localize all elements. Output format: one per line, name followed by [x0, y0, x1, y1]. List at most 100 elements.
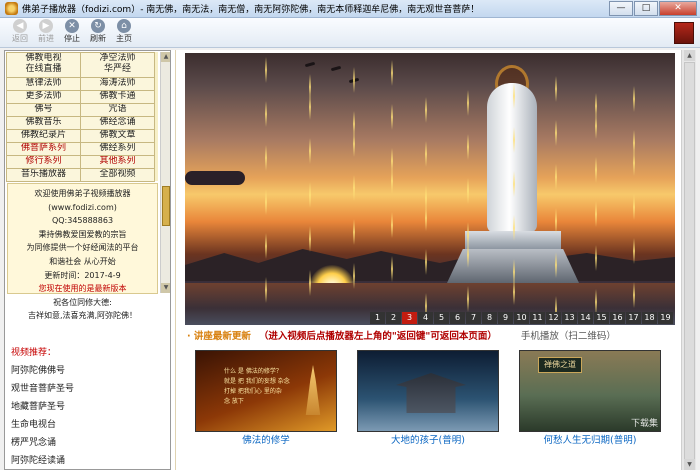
light-streak [353, 219, 355, 245]
info-line: 和谐社会 从心开始 [49, 256, 116, 266]
thumb-text-line: 打掉 把我们心 里的杂 [224, 388, 282, 395]
nav-item[interactable]: 全部视频 [80, 168, 155, 182]
video-list-item[interactable]: 观世音菩萨圣号 [11, 380, 161, 398]
scroll-up-icon[interactable]: ▲ [161, 52, 170, 62]
info-line: 为同修提供一个好经闻法的平台 [26, 243, 139, 253]
nav-item[interactable]: 更多法师 [6, 90, 81, 104]
nav-item[interactable]: 其他系列 [80, 155, 155, 169]
banner-page-button[interactable]: 7 [466, 312, 481, 324]
banner-page-button[interactable]: 11 [530, 312, 545, 324]
light-streak [513, 259, 515, 285]
nav-item[interactable]: 佛经系列 [80, 142, 155, 156]
scroll-thumb[interactable] [684, 62, 695, 462]
banner-page-button[interactable]: 3 [402, 312, 417, 324]
banner-page-button[interactable]: 13 [562, 312, 577, 324]
mobile-play-link[interactable]: 手机播放（扫二维码） [521, 331, 616, 342]
banner-page-button[interactable]: 18 [642, 312, 657, 324]
thumb-text-line: 念 放下 [224, 398, 244, 405]
banner-page-button[interactable]: 17 [626, 312, 641, 324]
nav-item[interactable]: 慧律法师 [6, 77, 81, 91]
video-thumb-caption[interactable]: 佛法的修学 [195, 434, 337, 448]
banner-page-button[interactable]: 15 [594, 312, 609, 324]
banner-page-button[interactable]: 12 [546, 312, 561, 324]
light-streak [467, 178, 469, 204]
video-list-item[interactable]: 楞严咒念诵 [11, 434, 161, 452]
nav-item[interactable]: 佛号 [6, 103, 81, 117]
banner-page-button[interactable]: 2 [386, 312, 401, 324]
light-streak [353, 263, 355, 289]
nav-item-buddhist-tv[interactable]: 佛教电视 在线直播 [6, 52, 81, 78]
nav-item[interactable]: 佛教音乐 [6, 116, 81, 130]
video-thumb-image[interactable] [357, 350, 499, 432]
video-list-item[interactable]: 地藏菩萨圣号 [11, 398, 161, 416]
video-thumb-caption[interactable]: 大地的孩子(普明) [357, 434, 499, 448]
banner-page-button[interactable]: 1 [370, 312, 385, 324]
main-scrollbar[interactable]: ▲ ▼ [681, 50, 696, 470]
scroll-up-icon[interactable]: ▲ [684, 50, 695, 61]
notice-highlight: （进入视频后点播放器左上角的"返回键"可返回本页面） [258, 331, 497, 342]
forward-button[interactable]: ▶ 前进 [34, 19, 58, 44]
nav-item[interactable]: 咒语 [80, 103, 155, 117]
stop-label: 停止 [64, 34, 80, 43]
banner-page-button[interactable]: 9 [498, 312, 513, 324]
banner-page-button[interactable]: 6 [450, 312, 465, 324]
maximize-button[interactable]: □ [634, 1, 658, 16]
video-list-item[interactable]: 生命电视台 [11, 416, 161, 434]
video-thumb[interactable]: 大地的孩子(普明) [357, 350, 499, 448]
lecture-notice: · 讲座最新更新 （进入视频后点播放器左上角的"返回键"可返回本页面） 手机播放（扫… [187, 329, 677, 345]
notice-prefix[interactable]: · 讲座最新更新 [187, 331, 251, 342]
nav-row: 修行系列 其他系列 [6, 155, 158, 169]
nav-item[interactable]: 佛教文章 [80, 129, 155, 143]
nav-item[interactable]: 音乐播放器 [6, 168, 81, 182]
banner-page-button[interactable]: 19 [658, 312, 673, 324]
light-streak [265, 145, 267, 171]
nav-item[interactable]: 海涛法师 [80, 77, 155, 91]
nav-item[interactable]: 佛教卡通 [80, 90, 155, 104]
nav-row: 佛教音乐 佛经念诵 [6, 116, 158, 130]
nav-grid: 佛教电视 在线直播 净空法师 华严经 慧律法师 海涛法师 更多法师 佛教卡通 佛… [6, 52, 158, 182]
banner-page-button[interactable]: 5 [434, 312, 449, 324]
banner-page-button[interactable]: 16 [610, 312, 625, 324]
light-streak [425, 185, 427, 211]
toolbar: ◀ 返回 ▶ 前进 ✕ 停止 ↻ 刷新 ⌂ 主页 [0, 18, 700, 48]
light-streak [595, 245, 597, 271]
stop-button[interactable]: ✕ 停止 [60, 19, 84, 44]
main-content: 1 2 3 4 5 6 7 8 9 10 11 12 13 14 15 16 17 18 19 · 讲座最新更新 （进… [181, 50, 681, 470]
video-thumb-image[interactable]: 什么 是 佛法的修学？ 就是 把 我们的妄想 杂念 打掉 把我们心 里的杂 念 … [195, 350, 337, 432]
video-thumb-caption[interactable]: 何愁人生无归期(普明) [519, 434, 661, 448]
temple [396, 373, 466, 413]
minimize-button[interactable]: — [609, 1, 633, 16]
nav-item[interactable]: 佛经念诵 [80, 116, 155, 130]
scroll-down-icon[interactable]: ▼ [161, 283, 170, 293]
video-list-item[interactable]: 阿弥陀经读诵 [11, 452, 161, 469]
video-thumb[interactable]: 什么 是 佛法的修学？ 就是 把 我们的妄想 杂念 打掉 把我们心 里的杂 念 … [195, 350, 337, 448]
scroll-thumb[interactable] [162, 186, 170, 226]
close-button[interactable]: ✕ [659, 1, 697, 16]
scroll-down-icon[interactable]: ▼ [684, 459, 695, 470]
banner-slideshow[interactable]: 1 2 3 4 5 6 7 8 9 10 11 12 13 14 15 16 17 18 19 [185, 53, 675, 325]
nav-row: 佛号 咒语 [6, 103, 158, 117]
refresh-button[interactable]: ↻ 刷新 [86, 19, 110, 44]
light-streak [595, 157, 597, 183]
light-streak [309, 74, 311, 100]
banner-page-button[interactable]: 10 [514, 312, 529, 324]
banner-pager: 1 2 3 4 5 6 7 8 9 10 11 12 13 14 15 16 17 18 19 [369, 312, 673, 324]
nav-item[interactable]: 修行系列 [6, 155, 81, 169]
nav-item[interactable]: 佛菩萨系列 [6, 142, 81, 156]
video-list-item[interactable]: 阿弥陀佛佛号 [11, 362, 161, 380]
light-streak [595, 201, 597, 227]
sidebar-scrollbar[interactable]: ▲ ▼ [160, 52, 170, 293]
back-button[interactable]: ◀ 返回 [8, 19, 32, 44]
nav-item[interactable]: 佛教纪录片 [6, 129, 81, 143]
banner-page-button[interactable]: 4 [418, 312, 433, 324]
light-streak [555, 76, 557, 102]
nav-row: 更多法师 佛教卡通 [6, 90, 158, 104]
banner-page-button[interactable]: 14 [578, 312, 593, 324]
banner-page-button[interactable]: 8 [482, 312, 497, 324]
video-thumb-image[interactable]: 禅佛之道 下载集 [519, 350, 661, 432]
nav-row: 佛教纪录片 佛教文章 [6, 129, 158, 143]
video-thumb[interactable]: 禅佛之道 下载集 何愁人生无归期(普明) [519, 350, 661, 448]
home-button[interactable]: ⌂ 主页 [112, 19, 136, 44]
nav-item-jingkong[interactable]: 净空法师 华严经 [80, 52, 155, 78]
light-streak [467, 134, 469, 160]
